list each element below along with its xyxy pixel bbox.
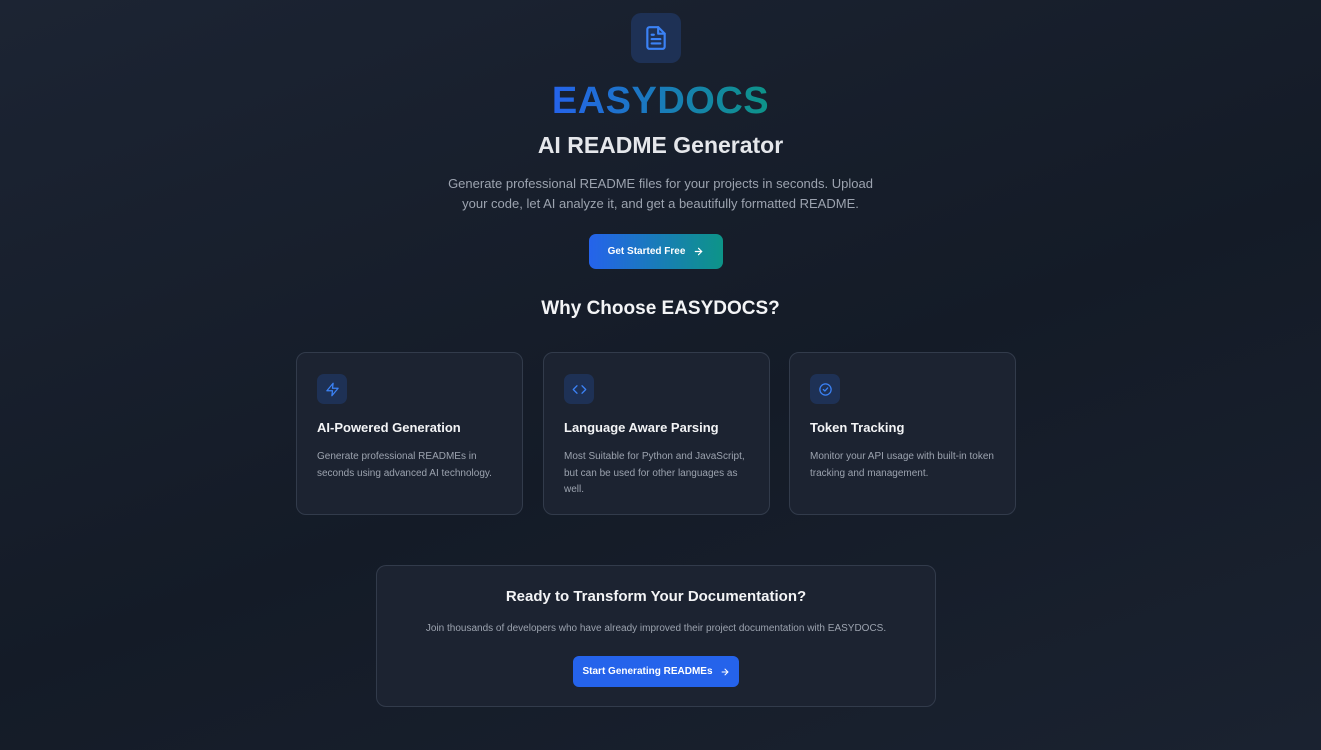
feature-card-token-tracking: Token Tracking Monitor your API usage wi…: [789, 352, 1016, 515]
features-title: Why Choose EASYDOCS?: [541, 298, 780, 319]
start-generating-button[interactable]: Start Generating READMEs: [573, 656, 739, 687]
page-subtitle: AI README Generator: [537, 132, 784, 158]
brand-title: EASYDOCS: [551, 80, 770, 122]
feature-text: Most Suitable for Python and JavaScript,…: [564, 451, 745, 495]
feature-text: Monitor your API usage with built-in tok…: [810, 451, 994, 479]
get-started-label: Get Started Free: [607, 246, 686, 257]
feature-card-language-parsing: Language Aware Parsing Most Suitable for…: [543, 352, 770, 515]
arrow-right-icon: [721, 668, 728, 675]
feature-text: Generate professional READMEs in seconds…: [317, 451, 492, 479]
bottom-cta-text: Join thousands of developers who have al…: [425, 623, 887, 634]
feature-title: AI-Powered Generation: [317, 420, 461, 435]
check-circle-icon: [810, 374, 840, 404]
bottom-cta-panel: Ready to Transform Your Documentation? J…: [376, 565, 936, 707]
hero-description: Generate professional README files for y…: [448, 176, 873, 211]
feature-card-ai-generation: AI-Powered Generation Generate professio…: [296, 352, 523, 515]
feature-title: Token Tracking: [810, 420, 905, 435]
document-icon: [646, 26, 666, 50]
code-icon: [564, 374, 594, 404]
logo-icon: [631, 13, 681, 63]
lightning-icon: [317, 374, 347, 404]
arrow-right-icon: [695, 247, 703, 256]
feature-title: Language Aware Parsing: [564, 420, 719, 435]
get-started-button[interactable]: Get Started Free: [589, 234, 723, 269]
start-generating-label: Start Generating READMEs: [582, 666, 713, 677]
bottom-cta-title: Ready to Transform Your Documentation?: [505, 588, 807, 605]
